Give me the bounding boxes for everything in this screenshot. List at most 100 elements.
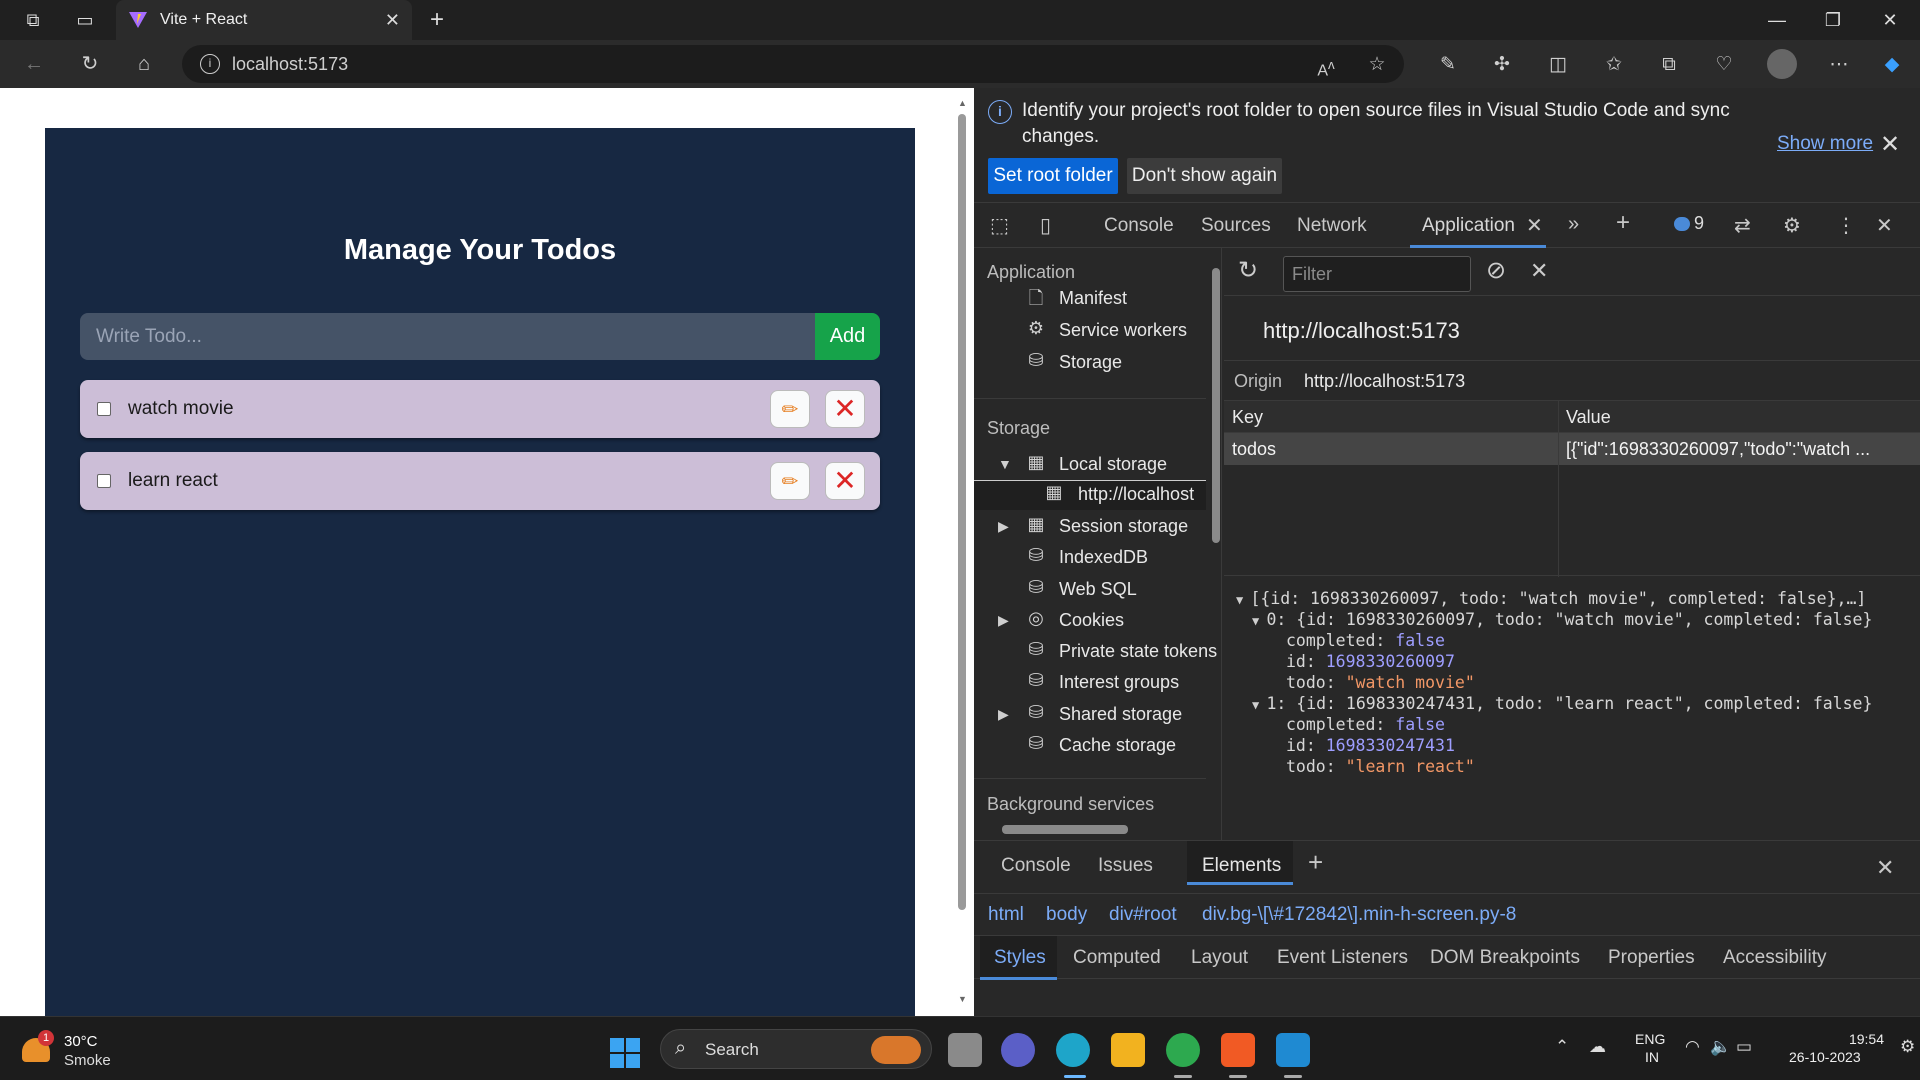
home-icon[interactable]: ⌂ bbox=[128, 50, 160, 78]
sidebar-item-local-storage[interactable]: Local storage bbox=[1059, 454, 1167, 475]
wifi-icon[interactable]: ◠ bbox=[1685, 1037, 1700, 1057]
inspect-element-icon[interactable]: ⬚ bbox=[990, 213, 1009, 238]
edit-pencil-icon[interactable]: ✏ bbox=[770, 390, 810, 428]
breadcrumb-app-div[interactable]: div.bg-\[\#172842\].min-h-screen.py-8 bbox=[1202, 904, 1516, 926]
tab-computed[interactable]: Computed bbox=[1073, 947, 1161, 969]
sidebar-item-private-state-tokens[interactable]: Private state tokens bbox=[1059, 641, 1217, 662]
sidebar-item-manifest[interactable]: Manifest bbox=[1059, 288, 1127, 309]
tab-dom-breakpoints[interactable]: DOM Breakpoints bbox=[1430, 947, 1580, 969]
sidebar-item-cookies[interactable]: Cookies bbox=[1059, 610, 1124, 631]
profile-avatar[interactable] bbox=[1767, 49, 1797, 79]
extensions-icon[interactable]: ✣ bbox=[1488, 52, 1516, 78]
clock-date[interactable]: 26-10-2023 bbox=[1789, 1049, 1861, 1065]
sidebar-item-indexeddb[interactable]: IndexedDB bbox=[1059, 547, 1148, 568]
tab-actions-icon[interactable]: ▭ bbox=[72, 8, 98, 32]
favorites-icon[interactable]: ✩ bbox=[1600, 52, 1628, 78]
page-scrollbar-thumb[interactable] bbox=[958, 114, 966, 910]
breadcrumb-html[interactable]: html bbox=[988, 904, 1024, 926]
workspaces-icon[interactable]: ⧉ bbox=[20, 8, 46, 32]
clear-all-icon[interactable]: ⊘ bbox=[1486, 256, 1506, 285]
delete-selected-icon[interactable]: ✕ bbox=[1530, 258, 1548, 284]
weather-widget[interactable]: 1 30°C Smoke bbox=[22, 1030, 132, 1070]
tab-event-listeners[interactable]: Event Listeners bbox=[1277, 947, 1408, 969]
breadcrumb-body[interactable]: body bbox=[1046, 904, 1087, 926]
drawer-tab-issues[interactable]: Issues bbox=[1098, 855, 1153, 877]
sidebar-item-session-storage[interactable]: Session storage bbox=[1059, 516, 1188, 537]
address-bar[interactable]: i localhost:5173 bbox=[182, 45, 1404, 83]
infobar-close-icon[interactable]: ✕ bbox=[1880, 130, 1900, 159]
sidebar-item-web-sql[interactable]: Web SQL bbox=[1059, 579, 1137, 600]
todo-checkbox[interactable] bbox=[97, 402, 111, 416]
battery-icon[interactable]: ▭ bbox=[1736, 1037, 1752, 1057]
dont-show-again-button[interactable]: Don't show again bbox=[1127, 158, 1282, 194]
edge-icon[interactable] bbox=[1056, 1033, 1090, 1067]
add-button[interactable]: Add bbox=[815, 313, 880, 360]
onedrive-cloud-icon[interactable]: ☁ bbox=[1589, 1037, 1606, 1057]
taskbar-search[interactable]: ⌕ Search bbox=[660, 1029, 932, 1069]
drawer-close-icon[interactable]: ✕ bbox=[1876, 855, 1894, 881]
close-devtools-icon[interactable]: ✕ bbox=[1876, 213, 1893, 238]
customize-menu-icon[interactable]: ⋮ bbox=[1836, 213, 1856, 238]
column-separator[interactable] bbox=[1558, 401, 1559, 577]
scroll-up-icon[interactable]: ▲ bbox=[958, 98, 967, 108]
table-row[interactable]: todos [{"id":1698330260097,"todo":"watch… bbox=[1224, 433, 1920, 465]
windows-start-icon[interactable] bbox=[610, 1038, 640, 1068]
close-tab-icon[interactable]: ✕ bbox=[1526, 213, 1543, 238]
read-aloud-icon[interactable]: Aʌ bbox=[1312, 52, 1340, 79]
tab-network[interactable]: Network bbox=[1297, 215, 1367, 237]
drawer-add-tab-icon[interactable]: + bbox=[1308, 847, 1323, 878]
tab-properties[interactable]: Properties bbox=[1608, 947, 1695, 969]
scroll-down-icon[interactable]: ▼ bbox=[958, 994, 967, 1004]
copilot-icon[interactable]: ◆ bbox=[1878, 52, 1906, 78]
sidebar-item-interest-groups[interactable]: Interest groups bbox=[1059, 672, 1179, 693]
expand-down-icon[interactable]: ▼ bbox=[1252, 614, 1266, 628]
more-tabs-icon[interactable]: » bbox=[1568, 213, 1579, 236]
sidebar-item-service-workers[interactable]: Service workers bbox=[1059, 320, 1187, 341]
file-explorer-icon[interactable] bbox=[1111, 1033, 1145, 1067]
settings-gear-icon[interactable]: ⚙ bbox=[1783, 213, 1801, 238]
todo-input[interactable] bbox=[80, 313, 815, 360]
site-info-icon[interactable]: i bbox=[200, 54, 220, 74]
browser-tab-active[interactable]: Vite + React ✕ bbox=[116, 0, 412, 40]
teams-chat-icon[interactable] bbox=[1001, 1033, 1035, 1067]
more-menu-icon[interactable]: ⋯ bbox=[1825, 52, 1853, 78]
todo-checkbox[interactable] bbox=[97, 474, 111, 488]
set-root-folder-button[interactable]: Set root folder bbox=[988, 158, 1118, 194]
tab-layout[interactable]: Layout bbox=[1191, 947, 1248, 969]
collections-icon[interactable]: ⧉ bbox=[1655, 52, 1683, 78]
filter-input[interactable] bbox=[1283, 256, 1471, 292]
expand-right-icon[interactable]: ▶ bbox=[998, 518, 1009, 535]
edit-pencil-icon[interactable]: ✏ bbox=[770, 462, 810, 500]
language-indicator[interactable]: ENG bbox=[1635, 1031, 1665, 1047]
sidebar-item-shared-storage[interactable]: Shared storage bbox=[1059, 704, 1182, 725]
expand-down-icon[interactable]: ▼ bbox=[1252, 698, 1266, 712]
expand-down-icon[interactable]: ▼ bbox=[998, 456, 1012, 472]
drawer-tab-elements[interactable]: Elements bbox=[1202, 855, 1281, 877]
tab-styles[interactable]: Styles bbox=[994, 947, 1046, 969]
tab-sources[interactable]: Sources bbox=[1201, 215, 1271, 237]
sidebar-scrollbar-thumb[interactable] bbox=[1212, 268, 1220, 543]
sidebar-item-storage[interactable]: Storage bbox=[1059, 352, 1122, 373]
delete-x-icon[interactable]: ✕ bbox=[825, 390, 865, 428]
extension-pen-icon[interactable]: ✎ bbox=[1434, 52, 1462, 78]
sidebar-hscrollbar[interactable] bbox=[974, 822, 1206, 836]
sidebar-scrollbar[interactable] bbox=[1210, 248, 1221, 840]
back-icon[interactable]: ← bbox=[18, 50, 50, 78]
show-more-link[interactable]: Show more bbox=[1777, 133, 1873, 155]
drawer-tab-console[interactable]: Console bbox=[1001, 855, 1071, 877]
restore-icon[interactable]: ❐ bbox=[1813, 6, 1853, 34]
delete-x-icon[interactable]: ✕ bbox=[825, 462, 865, 500]
vscode-icon[interactable] bbox=[1276, 1033, 1310, 1067]
add-tab-icon[interactable]: + bbox=[1616, 209, 1630, 237]
expand-down-icon[interactable]: ▼ bbox=[1236, 593, 1250, 607]
issues-badge[interactable]: 9 bbox=[1674, 213, 1704, 234]
close-window-icon[interactable]: ✕ bbox=[1870, 6, 1910, 34]
key-column-header[interactable]: Key bbox=[1232, 407, 1263, 428]
connections-icon[interactable]: ⇄ bbox=[1734, 213, 1751, 238]
new-tab-icon[interactable]: + bbox=[424, 6, 450, 33]
sidebar-item-localhost[interactable]: http://localhost bbox=[1078, 484, 1194, 505]
breadcrumb-root[interactable]: div#root bbox=[1109, 904, 1177, 926]
sidebar-hscrollbar-thumb[interactable] bbox=[1002, 825, 1128, 834]
device-emulation-icon[interactable]: ▯ bbox=[1040, 213, 1051, 238]
show-hidden-icons-icon[interactable]: ⌃ bbox=[1555, 1037, 1569, 1057]
